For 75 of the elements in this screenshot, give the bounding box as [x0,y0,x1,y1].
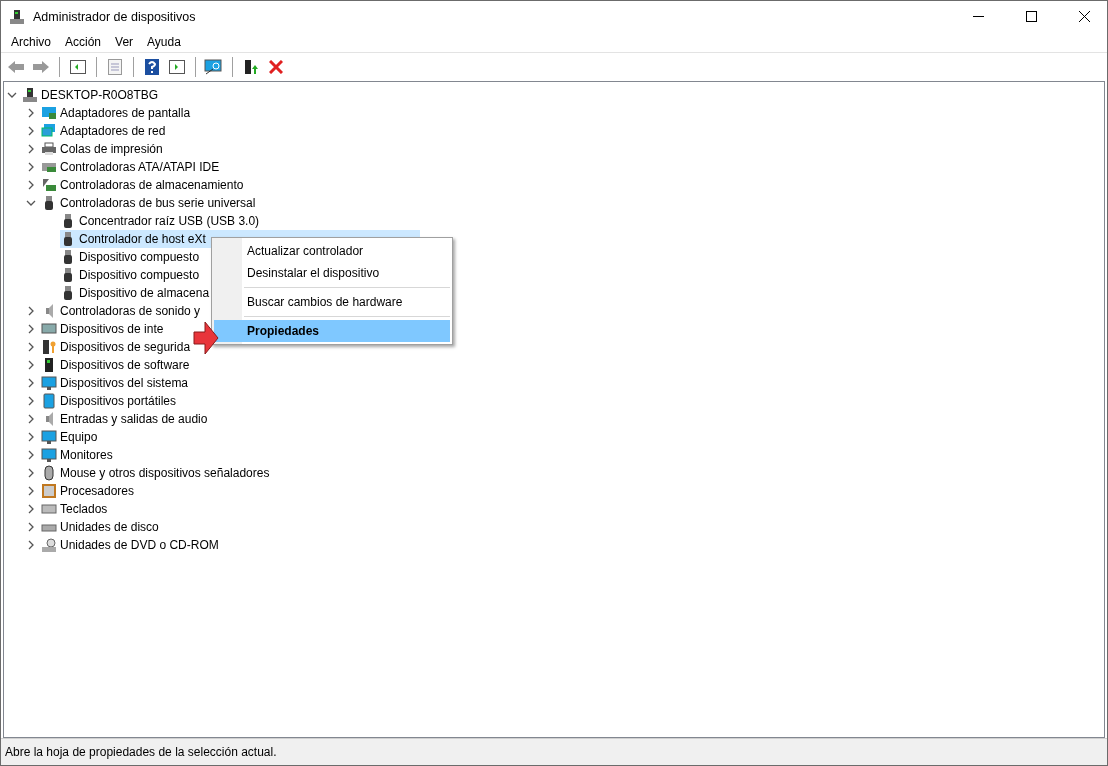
maximize-icon [1026,11,1037,22]
keyboard-icon [41,321,57,337]
tree-item[interactable]: Adaptadores de pantalla [41,104,193,122]
tree-item[interactable]: Teclados [41,500,110,518]
app-icon [9,8,25,25]
context-menu-item[interactable]: Actualizar controlador [214,240,450,262]
menu-item[interactable]: Archivo [4,35,58,49]
expand-chevron-icon[interactable] [26,450,36,460]
expand-chevron-icon[interactable] [26,414,36,424]
tree-item[interactable]: Dispositivos del sistema [41,374,191,392]
expand-chevron-icon[interactable] [26,486,36,496]
tree-item[interactable]: Unidades de disco [41,518,161,536]
context-menu-item[interactable]: Desinstalar el dispositivo [214,262,450,284]
expand-chevron-icon[interactable] [26,522,36,532]
tree-item[interactable]: Dispositivo compuesto [60,266,202,284]
expand-chevron-icon[interactable] [26,162,36,172]
expand-chevron-icon[interactable] [26,504,36,514]
expand-chevron-icon[interactable] [26,144,36,154]
storage-controller-icon [41,177,57,193]
tree-item[interactable]: Adaptadores de red [41,122,168,140]
monitor-icon [41,429,57,445]
expand-chevron-icon[interactable] [26,540,36,550]
expand-chevron-icon[interactable] [26,342,36,352]
tree-item[interactable]: Dispositivos de inte [41,320,166,338]
tree-item[interactable]: Monitores [41,446,115,464]
expand-chevron-icon[interactable] [26,432,36,442]
tree-item[interactable]: Dispositivos de segurida [41,338,193,356]
tree-item[interactable]: Controladoras ATA/ATAPI IDE [41,158,222,176]
key-icon [41,339,57,355]
expand-chevron-icon[interactable] [26,468,36,478]
expand-chevron-icon[interactable] [26,378,36,388]
tree-item[interactable]: DESKTOP-R0O8TBG [22,86,161,104]
expand-chevron-icon[interactable] [26,396,36,406]
expand-chevron-icon[interactable] [26,108,36,118]
tree-item[interactable]: Colas de impresión [41,140,165,158]
tree-item[interactable]: Dispositivo de almacena [60,284,212,302]
tree-item[interactable]: Dispositivos de software [41,356,192,374]
status-text: Abre la hoja de propiedades de la selección actual. [5,745,277,759]
collapse-chevron-icon[interactable] [26,198,36,208]
expand-chevron-icon[interactable] [26,324,36,334]
chip-icon [41,483,57,499]
tree-item[interactable]: Controladoras de bus serie universal [41,194,258,212]
collapse-chevron-icon[interactable] [7,90,17,100]
printer-icon [41,141,57,157]
tree-item[interactable]: Concentrador raíz USB (USB 3.0) [60,212,262,230]
menu-item[interactable]: Ayuda [140,35,188,49]
dvd-drive-icon [41,537,57,553]
tree-item[interactable]: Entradas y salidas de audio [41,410,210,428]
expand-chevron-icon[interactable] [26,126,36,136]
context-menu-item[interactable]: Buscar cambios de hardware [214,291,450,313]
tree-item[interactable]: Unidades de DVD o CD-ROM [41,536,221,554]
expand-chevron-icon[interactable] [26,180,36,190]
menu-item[interactable]: Acción [58,35,109,49]
tree-item[interactable]: Mouse y otros dispositivos señaladores [41,464,272,482]
keyboard-icon [41,501,57,517]
network-icon [41,123,57,139]
context-menu-item[interactable]: Propiedades [214,320,450,342]
tree-item[interactable]: Equipo [41,428,100,446]
tree-item[interactable]: Controladoras de almacenamiento [41,176,246,194]
mouse-icon [41,465,57,481]
tablet-icon [41,393,57,409]
monitor-icon [41,447,57,463]
tree-item[interactable]: Dispositivo compuesto [60,248,202,266]
display-adapter-icon [41,105,57,121]
computer-icon [22,87,38,103]
expand-chevron-icon[interactable] [26,360,36,370]
expand-chevron-icon[interactable] [26,306,36,316]
window-title: Administrador de dispositivos [33,9,197,24]
tree-item[interactable]: Dispositivos portátiles [41,392,179,410]
system-icon [41,375,57,391]
tree-item[interactable]: Controladoras de sonido y [41,302,203,320]
close-icon [1079,11,1090,22]
arrow-icon [193,321,219,355]
menu-item[interactable]: Ver [108,35,141,49]
tree-item[interactable]: Procesadores [41,482,137,500]
